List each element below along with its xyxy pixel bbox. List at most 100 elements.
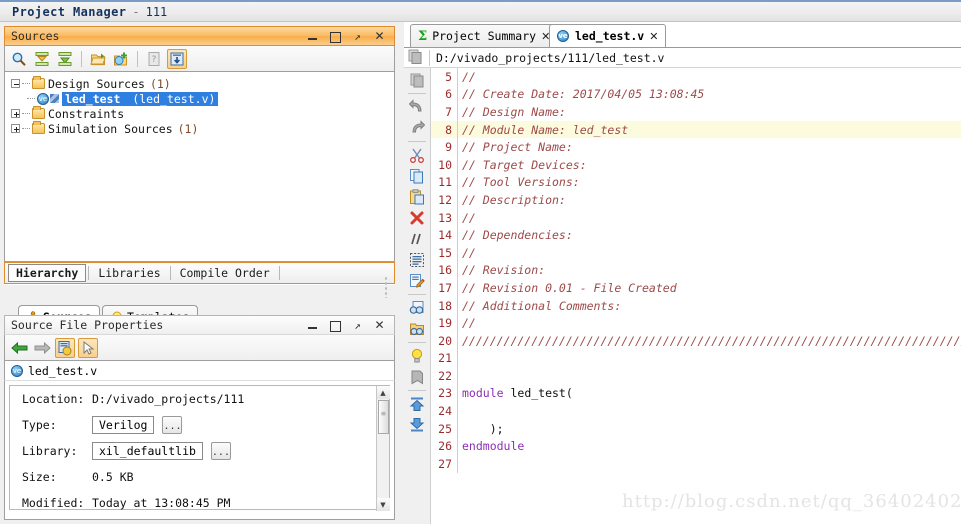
code-text: // Module Name: led_test — [458, 123, 628, 137]
tree-item-led-test[interactable]: ve led_test (led_test.v) — [9, 91, 394, 106]
tab-led-test-v[interactable]: ve led_test.v ✕ — [549, 24, 667, 47]
move-up-icon[interactable] — [407, 394, 427, 414]
code-line[interactable]: 18 // Additional Comments: — [431, 296, 961, 315]
code-line[interactable]: 27 — [431, 455, 961, 473]
line-number: 18 — [438, 298, 452, 313]
code-text: // — [458, 316, 483, 330]
back-arrow-icon[interactable] — [9, 338, 29, 358]
code-editor[interactable]: 5//6// Create Date: 2017/04/05 13:08:45 7… — [431, 68, 961, 524]
code-line[interactable]: 26 endmodule — [431, 437, 961, 456]
hierarchy-update-icon[interactable] — [167, 48, 187, 69]
code-line[interactable]: 19 // — [431, 314, 961, 332]
property-row-location: Location: D:/vivado_projects/111 — [10, 386, 389, 412]
tree-connector — [27, 98, 35, 99]
code-line[interactable]: 10 // Target Devices: — [431, 155, 961, 174]
close-icon[interactable]: ✕ — [649, 30, 658, 43]
code-line[interactable]: 5 // — [431, 68, 961, 86]
minimize-icon[interactable] — [307, 30, 320, 43]
code-line[interactable]: 20 //////////////////////////////////////… — [431, 331, 961, 350]
forward-arrow-icon[interactable] — [32, 338, 52, 358]
add-sources-folder-icon[interactable] — [88, 49, 108, 69]
library-field[interactable]: xil_defaultlib — [92, 442, 203, 460]
type-field[interactable]: Verilog — [92, 416, 155, 434]
select-pointer-icon[interactable] — [78, 337, 98, 358]
code-line[interactable]: 17 // Revision 0.01 - File Created — [431, 279, 961, 297]
line-number: 17 — [438, 280, 452, 295]
collapse-all-icon[interactable] — [32, 49, 52, 69]
float-icon[interactable]: ↗ — [351, 30, 364, 43]
line-number: 5 — [445, 69, 452, 84]
edit-pencil-icon[interactable] — [407, 271, 427, 291]
code-text: module led_test( — [458, 386, 573, 400]
code-line[interactable]: 14 // Dependencies: — [431, 226, 961, 244]
code-line[interactable]: 15 // — [431, 243, 961, 262]
code-line[interactable]: 22 — [431, 367, 961, 385]
type-browse-button[interactable]: ... — [162, 416, 183, 434]
expander-plus-icon[interactable] — [11, 124, 20, 133]
subtab-hierarchy[interactable]: Hierarchy — [8, 264, 87, 282]
tree-item-simulation-sources[interactable]: Simulation Sources (1) — [9, 121, 394, 136]
line-number: 21 — [438, 351, 452, 366]
copy-icon[interactable] — [407, 166, 427, 186]
close-icon[interactable]: ✕ — [373, 318, 386, 332]
subtab-compile-order[interactable]: Compile Order — [173, 265, 277, 281]
search-icon[interactable] — [9, 49, 29, 69]
code-line[interactable]: 12 // Description: — [431, 191, 961, 209]
undo-icon[interactable] — [407, 97, 427, 117]
code-line[interactable]: 9 // Project Name: — [431, 138, 961, 156]
redo-icon[interactable] — [407, 118, 427, 138]
sources-subtabs: Hierarchy Libraries Compile Order — [4, 262, 395, 284]
move-down-icon[interactable] — [407, 415, 427, 435]
lightbulb-icon[interactable] — [407, 346, 427, 366]
code-line[interactable]: 24 — [431, 402, 961, 420]
uncomment-icon[interactable] — [407, 250, 427, 270]
property-row-modified: Modified: Today at 13:08:45 PM — [10, 490, 389, 516]
help-icon[interactable]: ? — [144, 49, 164, 69]
expander-plus-icon[interactable] — [11, 109, 20, 118]
library-browse-button[interactable]: ... — [210, 442, 231, 460]
properties-scrollbar[interactable]: ▲ ▼ — [376, 386, 390, 511]
file-copy-icon[interactable] — [407, 70, 427, 90]
sources-tree[interactable]: Design Sources (1) ve led_test (led_test… — [4, 72, 395, 262]
file-copy-icon[interactable] — [407, 48, 423, 67]
code-text: ); — [458, 422, 504, 436]
close-icon[interactable]: ✕ — [373, 29, 386, 43]
subtab-libraries[interactable]: Libraries — [91, 265, 167, 281]
code-line[interactable]: 25 ); — [431, 419, 961, 438]
code-line[interactable]: 7 // Design Name: — [431, 103, 961, 121]
code-line[interactable]: 11 // Tool Versions: — [431, 173, 961, 192]
maximize-icon[interactable] — [329, 319, 342, 332]
tree-item-constraints[interactable]: Constraints — [9, 106, 394, 121]
tree-item-selected[interactable]: led_test (led_test.v) — [62, 91, 219, 106]
scroll-up-icon[interactable]: ▲ — [376, 386, 390, 399]
path-separator — [429, 49, 430, 66]
vertical-splitter-grip[interactable] — [384, 276, 388, 298]
find-icon[interactable] — [407, 298, 427, 318]
code-text: // Target Devices: — [458, 158, 594, 172]
properties-icon[interactable] — [55, 337, 75, 358]
tab-project-summary[interactable]: Σ Project Summary ✕ — [410, 24, 559, 47]
create-source-icon[interactable] — [111, 49, 131, 69]
cut-scissors-icon[interactable] — [407, 145, 427, 165]
minimize-icon[interactable] — [307, 319, 320, 332]
bookmark-icon[interactable] — [407, 367, 427, 387]
scroll-down-icon[interactable]: ▼ — [376, 498, 390, 511]
property-row-size: Size: 0.5 KB — [10, 464, 389, 490]
code-line[interactable]: 16 // Revision: — [431, 261, 961, 280]
code-line[interactable]: 13 // — [431, 208, 961, 227]
expand-all-icon[interactable] — [55, 49, 75, 69]
scrollbar-thumb[interactable] — [378, 400, 389, 434]
delete-x-icon[interactable] — [407, 208, 427, 228]
paste-icon[interactable] — [407, 187, 427, 207]
comment-slashes-icon[interactable] — [407, 229, 427, 249]
code-line[interactable]: 23 module led_test( — [431, 384, 961, 403]
code-line[interactable]: 8 // Module Name: led_test — [431, 120, 961, 139]
float-icon[interactable]: ↗ — [351, 319, 364, 332]
code-token: // — [462, 316, 483, 331]
code-line[interactable]: 6 // Create Date: 2017/04/05 13:08:45 — [431, 85, 961, 104]
find-in-files-icon[interactable] — [407, 319, 427, 339]
tree-item-design-sources[interactable]: Design Sources (1) — [9, 76, 394, 91]
code-line[interactable]: 21 — [431, 349, 961, 368]
expander-minus-icon[interactable] — [11, 79, 20, 88]
maximize-icon[interactable] — [329, 30, 342, 43]
